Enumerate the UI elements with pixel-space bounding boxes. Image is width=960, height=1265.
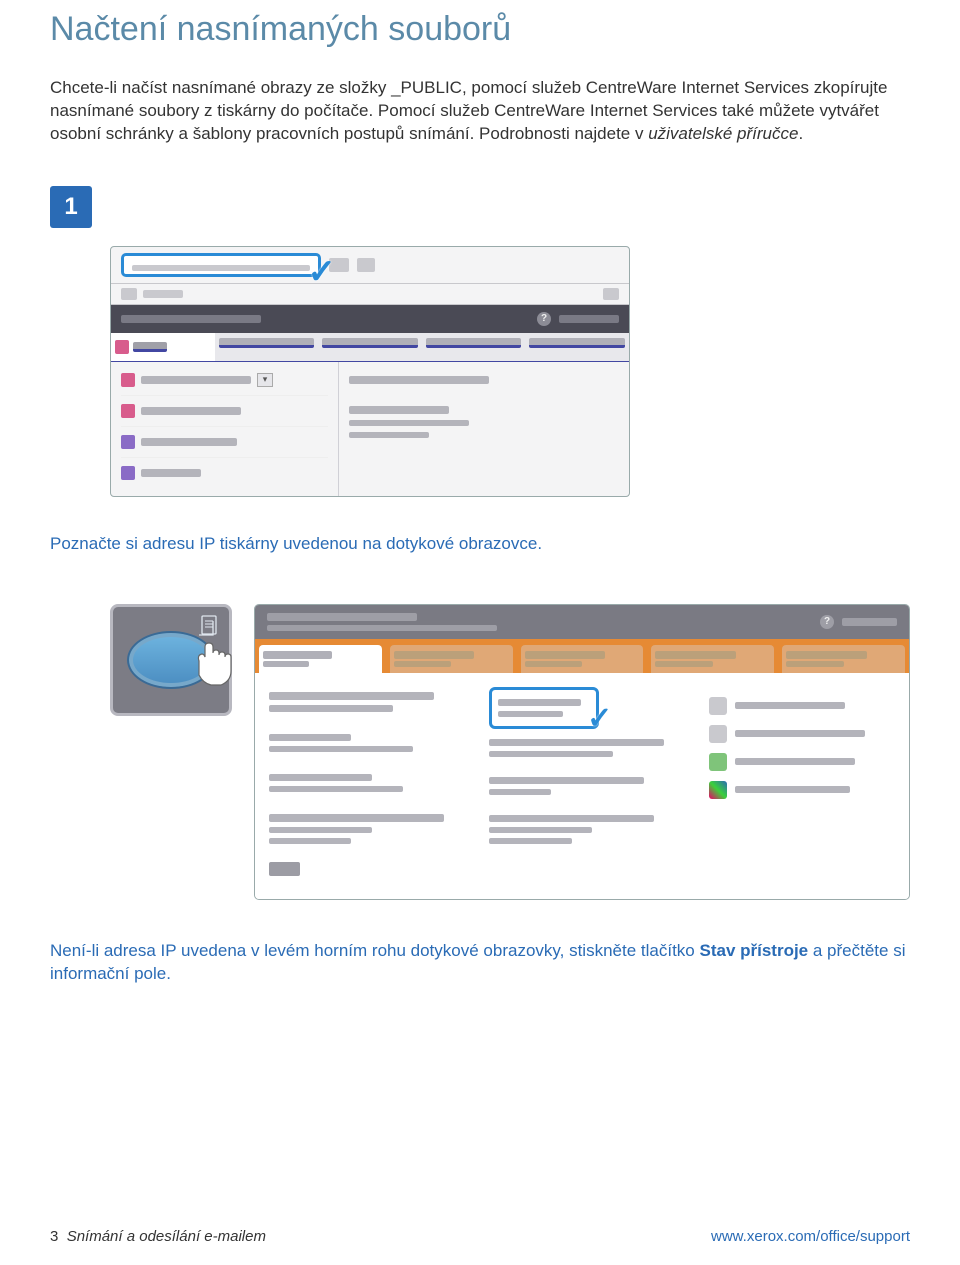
footer-page-number: 3 bbox=[50, 1228, 58, 1245]
intro-text-3: . bbox=[798, 124, 803, 143]
url-address-bar: ✓ bbox=[121, 253, 321, 277]
tab bbox=[651, 645, 774, 673]
tab-active bbox=[259, 645, 382, 673]
app-header-bar: ? bbox=[111, 305, 629, 333]
link-item bbox=[709, 753, 895, 771]
caption-2a: Není-li adresa IP uvedena v levém horním… bbox=[50, 941, 699, 960]
help-icon: ? bbox=[537, 312, 551, 326]
info-column-1 bbox=[269, 687, 475, 881]
tab-1 bbox=[111, 333, 215, 361]
intro-manual-name: uživatelské příručce bbox=[648, 124, 798, 143]
footer-support-url: www.xerox.com/office/support bbox=[711, 1228, 910, 1245]
touchscreen-panel: ? bbox=[254, 604, 910, 900]
info-icon bbox=[709, 725, 727, 743]
page-icon bbox=[709, 697, 727, 715]
machine-status-button bbox=[110, 604, 232, 716]
sidebar-item bbox=[121, 427, 328, 458]
tab-3 bbox=[318, 333, 422, 361]
color-icon bbox=[709, 781, 727, 799]
tab bbox=[782, 645, 905, 673]
chevron-down-icon: ▾ bbox=[257, 373, 273, 387]
folder-icon bbox=[121, 466, 135, 480]
checkmark-icon: ✓ bbox=[308, 252, 337, 292]
tab bbox=[390, 645, 513, 673]
checkmark-icon: ✓ bbox=[587, 701, 612, 736]
info-column-2: ✓ bbox=[489, 687, 695, 881]
ip-address-field: ✓ bbox=[489, 687, 599, 729]
touchscreen-diagram: ? bbox=[110, 604, 910, 900]
page-title: Načtení nasnímaných souborů bbox=[50, 10, 910, 49]
folder-icon bbox=[121, 373, 135, 387]
tabs-row bbox=[111, 333, 629, 362]
browser-diagram: ✓ ? ▾ bbox=[110, 246, 630, 497]
sidebar-item bbox=[121, 396, 328, 427]
tab-5 bbox=[525, 333, 629, 361]
folder-icon bbox=[121, 435, 135, 449]
tab-2 bbox=[215, 333, 319, 361]
caption-2-button-name: Stav přístroje bbox=[699, 941, 808, 960]
folder-icon bbox=[121, 404, 135, 418]
tabs-row bbox=[255, 639, 909, 673]
caption-2: Není-li adresa IP uvedena v levém horním… bbox=[50, 940, 910, 986]
main-panel bbox=[339, 362, 629, 496]
intro-paragraph: Chcete-li načíst nasnímané obrazy ze slo… bbox=[50, 77, 910, 146]
sidebar-item: ▾ bbox=[121, 370, 328, 396]
tab bbox=[521, 645, 644, 673]
tab-icon bbox=[115, 340, 129, 354]
down-arrow-icon bbox=[709, 753, 727, 771]
tab-4 bbox=[422, 333, 526, 361]
step-number-badge: 1 bbox=[50, 186, 92, 228]
footer-section-title: Snímání a odesílání e-mailem bbox=[67, 1228, 266, 1245]
help-icon: ? bbox=[820, 615, 834, 629]
link-item bbox=[709, 781, 895, 799]
sidebar-item bbox=[121, 458, 328, 488]
link-item bbox=[709, 697, 895, 715]
hand-pointer-icon bbox=[191, 637, 237, 696]
caption-1: Poznačte si adresu IP tiskárny uvedenou … bbox=[50, 533, 910, 556]
page-footer: 3 Snímání a odesílání e-mailem www.xerox… bbox=[50, 1228, 910, 1245]
sidebar-panel: ▾ bbox=[111, 362, 339, 496]
link-item bbox=[709, 725, 895, 743]
info-side-links bbox=[709, 687, 895, 881]
